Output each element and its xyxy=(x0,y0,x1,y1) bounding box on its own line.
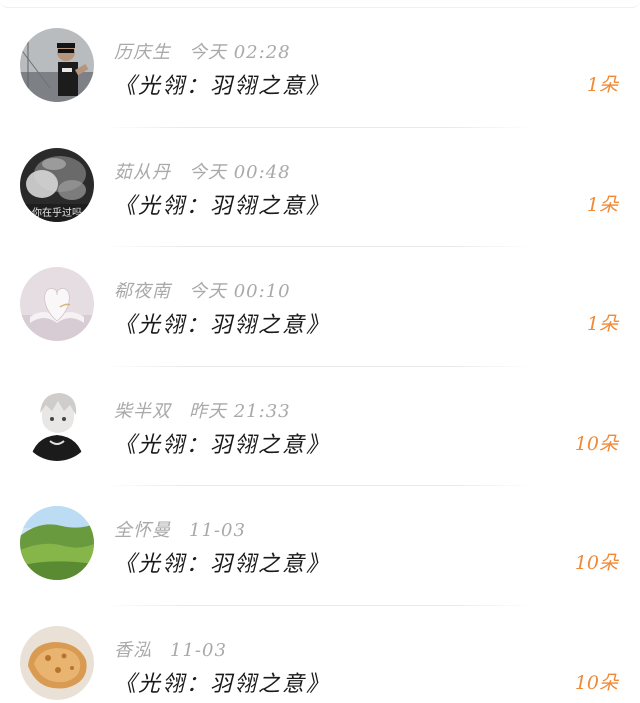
avatar[interactable] xyxy=(20,28,94,102)
avatar-man-sunglasses xyxy=(20,28,94,102)
item-meta: 茹从丹 今天 00:48 xyxy=(114,158,291,184)
flower-count: 10朵 xyxy=(574,671,618,694)
avatar-book-heart xyxy=(20,267,94,341)
item-meta: 郗夜南 今天 00:10 xyxy=(114,277,291,303)
user-name[interactable]: 郗夜南 xyxy=(114,281,171,302)
list-item[interactable]: 郗夜南 今天 00:10 《光翎：羽翎之意》 1朵 xyxy=(0,247,640,367)
avatar-smoke-photo: 你在乎过吗 xyxy=(20,147,94,222)
avatar-bread xyxy=(20,625,94,700)
timestamp: 今天 00:10 xyxy=(189,281,291,302)
item-meta: 全怀曼 11-03 xyxy=(114,516,246,542)
timestamp: 今天 02:28 xyxy=(189,42,291,63)
gift-message: 《光翎：羽翎之意》 xyxy=(114,313,331,338)
gift-message: 《光翎：羽翎之意》 xyxy=(114,671,331,697)
gift-list: 历庆生 今天 02:28 《光翎：羽翎之意》 1朵 你在乎过吗 茹从丹今天 00… xyxy=(0,8,640,703)
timestamp: 昨天 21:33 xyxy=(189,400,291,422)
top-bar xyxy=(0,0,640,8)
avatar-green-hills xyxy=(20,506,94,580)
list-item[interactable]: 历庆生 今天 02:28 《光翎：羽翎之意》 1朵 xyxy=(0,8,640,128)
avatar[interactable] xyxy=(20,506,94,580)
user-name[interactable]: 香泓 xyxy=(114,640,152,661)
timestamp: 今天 00:48 xyxy=(189,161,291,183)
avatar[interactable] xyxy=(20,625,94,700)
list-item[interactable]: 你在乎过吗 茹从丹 今天 00:48 《光翎：羽翎之意》 1朵 xyxy=(0,128,640,247)
flower-count: 1朵 xyxy=(586,313,618,335)
flower-count: 1朵 xyxy=(586,74,618,96)
user-name[interactable]: 茹从丹 xyxy=(114,162,171,183)
list-item[interactable]: 柴半双 昨天 21:33 《光翎：羽翎之意》 10朵 xyxy=(0,367,640,486)
gift-message: 《光翎：羽翎之意》 xyxy=(114,74,331,99)
avatar[interactable] xyxy=(20,386,94,461)
item-meta: 香泓 11-03 xyxy=(114,636,227,662)
gift-message: 《光翎：羽翎之意》 xyxy=(114,193,331,219)
gift-message: 《光翎：羽翎之意》 xyxy=(114,432,331,458)
list-item[interactable]: 香泓 11-03 《光翎：羽翎之意》 10朵 xyxy=(0,606,640,703)
timestamp: 11-03 xyxy=(170,639,227,661)
user-name[interactable]: 柴半双 xyxy=(114,401,171,422)
user-name[interactable]: 全怀曼 xyxy=(114,520,171,541)
avatar[interactable]: 你在乎过吗 xyxy=(20,147,94,222)
item-meta: 柴半双 昨天 21:33 xyxy=(114,397,291,423)
item-meta: 历庆生 今天 02:28 xyxy=(114,38,291,64)
flower-count: 10朵 xyxy=(574,432,618,455)
gift-message: 《光翎：羽翎之意》 xyxy=(114,552,331,577)
timestamp: 11-03 xyxy=(189,520,246,541)
avatar[interactable] xyxy=(20,267,94,341)
avatar-caption: 你在乎过吗 xyxy=(32,206,82,219)
gift-list-page: 历庆生 今天 02:28 《光翎：羽翎之意》 1朵 你在乎过吗 茹从丹今天 00… xyxy=(0,0,640,703)
user-name[interactable]: 历庆生 xyxy=(114,42,171,63)
flower-count: 1朵 xyxy=(586,193,618,216)
avatar-anime-boy xyxy=(20,386,94,461)
flower-count: 10朵 xyxy=(574,552,618,574)
list-item[interactable]: 全怀曼 11-03 《光翎：羽翎之意》 10朵 xyxy=(0,486,640,606)
